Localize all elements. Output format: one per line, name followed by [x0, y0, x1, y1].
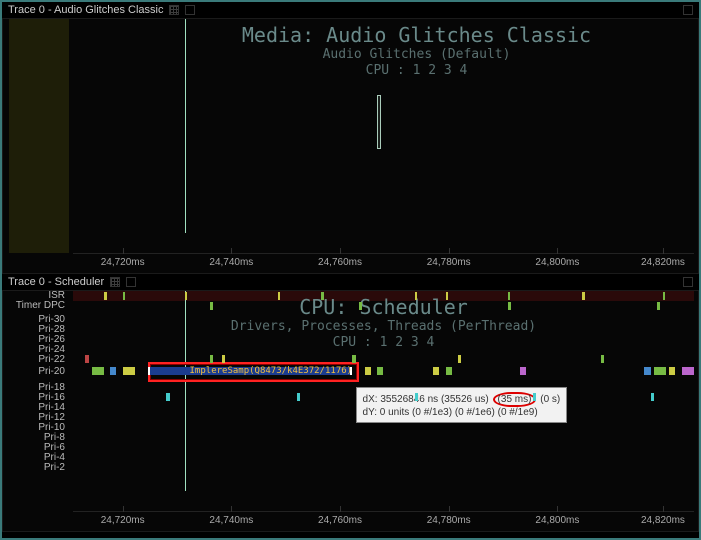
- scheduler-event[interactable]: [415, 292, 417, 300]
- overlay-sub1: Audio Glitches (Default): [143, 47, 690, 63]
- time-cursor[interactable]: [185, 19, 186, 233]
- scheduler-event[interactable]: [415, 393, 419, 401]
- scheduler-event[interactable]: [185, 292, 187, 300]
- axis-tick: 24,800ms: [535, 257, 579, 268]
- axis-tick: 24,720ms: [101, 515, 145, 526]
- axis-tick: 24,760ms: [318, 257, 362, 268]
- maximize-icon[interactable]: [683, 277, 693, 287]
- scheduler-rows[interactable]: CPU: Scheduler Drivers, Processes, Threa…: [73, 291, 694, 511]
- scheduler-event[interactable]: [104, 292, 106, 300]
- scheduler-event[interactable]: [508, 292, 510, 300]
- row-label: Pri-20: [9, 367, 69, 377]
- panel-title-audio: Trace 0 - Audio Glitches Classic: [8, 4, 163, 16]
- overlay-sub2: CPU : 1 2 3 4: [143, 63, 690, 79]
- overlay-sub2: CPU : 1 2 3 4: [73, 335, 694, 351]
- scheduler-event[interactable]: [92, 367, 104, 375]
- selection-bar[interactable]: ImplereSamp(Q8473/k4E372/1176): [148, 367, 353, 375]
- grid-icon[interactable]: [169, 5, 179, 15]
- scheduler-event[interactable]: [321, 292, 323, 300]
- axis-tick: 24,740ms: [209, 515, 253, 526]
- scheduler-event[interactable]: [278, 292, 280, 300]
- scheduler-event[interactable]: [222, 355, 225, 363]
- scheduler-event[interactable]: [657, 302, 660, 310]
- axis-tick: 24,760ms: [318, 515, 362, 526]
- scheduler-panel[interactable]: ISRTimer DPCPri-30Pri-28Pri-26Pri-24Pri-…: [2, 290, 699, 532]
- scheduler-event[interactable]: [123, 292, 125, 300]
- axis-tick: 24,800ms: [535, 515, 579, 526]
- scheduler-event[interactable]: [352, 355, 355, 363]
- time-axis-bottom: 24,720ms 24,740ms 24,760ms 24,780ms 24,800ms…: [73, 511, 694, 531]
- overlay-title: Media: Audio Glitches Classic: [143, 23, 690, 47]
- scheduler-event[interactable]: [508, 302, 511, 310]
- audio-overlay-title: Media: Audio Glitches Classic Audio Glit…: [143, 23, 690, 78]
- row-label: Pri-22: [9, 355, 69, 365]
- tooltip-line1: dX: 35526846 ns (35526 us) (35 ms) (0 s): [363, 392, 561, 407]
- scheduler-event[interactable]: [359, 302, 362, 310]
- scheduler-event[interactable]: [669, 367, 675, 375]
- time-cursor[interactable]: [185, 291, 186, 491]
- scheduler-overlay: CPU: Scheduler Drivers, Processes, Threa…: [73, 295, 694, 350]
- scheduler-event[interactable]: [520, 367, 526, 375]
- panel-title-scheduler: Trace 0 - Scheduler: [8, 276, 104, 288]
- maximize-icon[interactable]: [126, 277, 136, 287]
- overlay-sub1: Drivers, Processes, Threads (PerThread): [73, 319, 694, 335]
- scheduler-event[interactable]: [297, 393, 301, 401]
- tooltip-dx-post: (0 s): [540, 394, 560, 405]
- tooltip-dx-circled: (35 ms): [493, 392, 537, 407]
- row-label: Timer DPC: [9, 301, 69, 311]
- axis-tick: 24,780ms: [427, 257, 471, 268]
- axis-tick: 24,780ms: [427, 515, 471, 526]
- scheduler-event[interactable]: [582, 292, 584, 300]
- scheduler-event[interactable]: [166, 393, 170, 401]
- scheduler-event[interactable]: [663, 292, 665, 300]
- scheduler-event[interactable]: [85, 355, 89, 363]
- scheduler-event[interactable]: [123, 367, 135, 375]
- scheduler-event[interactable]: [458, 355, 461, 363]
- scheduler-event[interactable]: [533, 393, 537, 401]
- audio-glitches-panel[interactable]: Media: Audio Glitches Classic Audio Glit…: [2, 18, 699, 274]
- grid-icon[interactable]: [110, 277, 120, 287]
- scheduler-event[interactable]: [210, 302, 213, 310]
- scheduler-event[interactable]: [377, 367, 383, 375]
- scheduler-event[interactable]: [210, 355, 213, 363]
- axis-tick: 24,820ms: [641, 257, 685, 268]
- isr-band: [73, 291, 694, 301]
- scheduler-event[interactable]: [682, 367, 694, 375]
- panel-header-scheduler: Trace 0 - Scheduler: [2, 274, 699, 290]
- maximize-icon[interactable]: [683, 5, 693, 15]
- scheduler-event[interactable]: [644, 367, 650, 375]
- axis-tick: 24,820ms: [641, 515, 685, 526]
- axis-tick: 24,720ms: [101, 257, 145, 268]
- row-label: Pri-2: [9, 463, 69, 473]
- selection-label: ImplereSamp(Q8473/k4E372/1176): [190, 366, 353, 376]
- scheduler-event[interactable]: [446, 367, 452, 375]
- scheduler-event[interactable]: [110, 367, 116, 375]
- scheduler-event[interactable]: [446, 292, 448, 300]
- panel-header-audio: Trace 0 - Audio Glitches Classic: [2, 2, 699, 18]
- tooltip-dx-pre: dX: 35526846 ns (35526 us): [363, 394, 489, 405]
- time-axis-top: 24,720ms 24,740ms 24,760ms 24,780ms 24,800ms…: [73, 253, 694, 273]
- scheduler-event[interactable]: [654, 367, 666, 375]
- audio-glitch-marker[interactable]: [377, 95, 381, 149]
- scheduler-event[interactable]: [433, 367, 439, 375]
- scheduler-event[interactable]: [651, 393, 655, 401]
- maximize-icon[interactable]: [185, 5, 195, 15]
- axis-tick: 24,740ms: [209, 257, 253, 268]
- left-track: [9, 19, 69, 253]
- scheduler-event[interactable]: [601, 355, 604, 363]
- scheduler-event[interactable]: [365, 367, 371, 375]
- tooltip-line2: dY: 0 units (0 #/1e3) (0 #/1e6) (0 #/1e9…: [363, 407, 561, 418]
- row-labels: ISRTimer DPCPri-30Pri-28Pri-26Pri-24Pri-…: [9, 291, 69, 511]
- audio-viewport[interactable]: Media: Audio Glitches Classic Audio Glit…: [73, 19, 694, 253]
